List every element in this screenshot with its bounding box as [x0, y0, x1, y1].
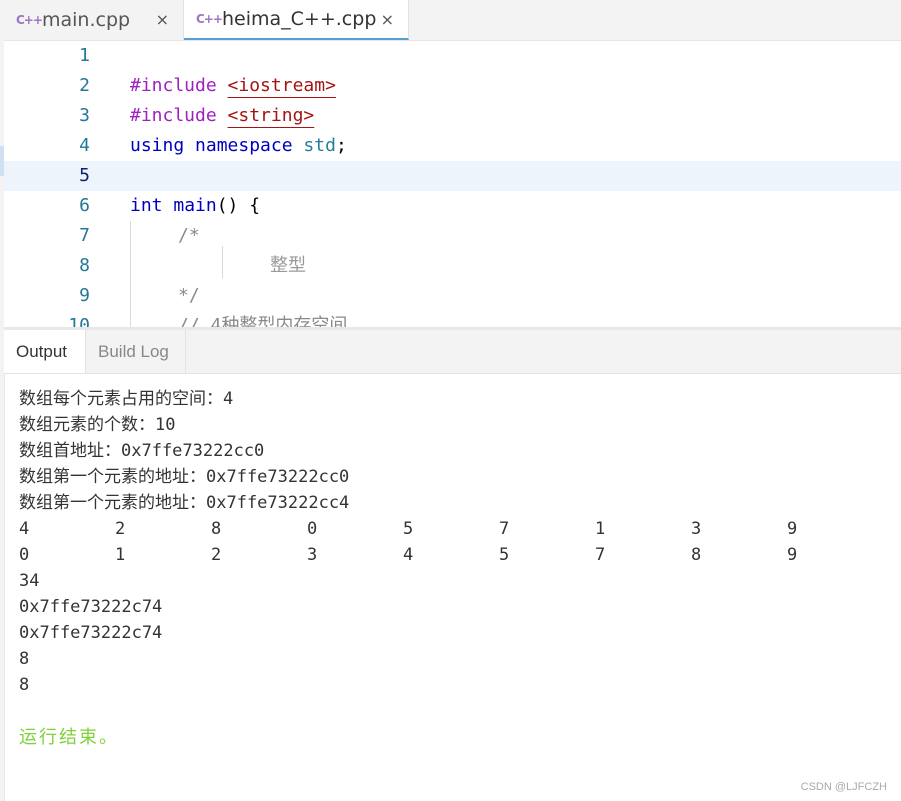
output-value: 3 [691, 519, 702, 539]
output-value: 2 [211, 545, 222, 565]
code-line-current: 5 [4, 161, 901, 191]
comment: 整型 [270, 255, 306, 276]
line-number: 4 [79, 135, 90, 156]
output-value: 9 [787, 519, 798, 539]
line-number: 9 [79, 285, 90, 306]
output-line: 0x7ffe73222c74 [19, 623, 163, 643]
line-number: 2 [79, 75, 90, 96]
run-finished-message: 运行结束。 [19, 727, 119, 748]
identifier: std [303, 135, 336, 156]
code-line: 10 // 4种整型内存空间 [4, 311, 901, 327]
output-line: 数组首地址：0x7ffe73222cc0 [19, 441, 265, 461]
code-editor[interactable]: 1 2 #include <iostream> 3 #include <stri… [4, 41, 901, 327]
include-header: <string> [227, 105, 315, 126]
line-number: 10 [68, 315, 90, 327]
output-line: 数组元素的个数：10 [19, 415, 176, 435]
punctuation: () { [216, 195, 261, 216]
comment: /* [178, 225, 200, 246]
output-value: 1 [115, 545, 126, 565]
output-value: 7 [499, 519, 510, 539]
function-name: main [173, 195, 217, 216]
output-value: 4 [19, 519, 30, 539]
comment: // 4种整型内存空间 [178, 315, 348, 327]
output-value: 8 [211, 519, 222, 539]
output-value: 5 [499, 545, 510, 565]
output-line: 34 [19, 571, 40, 591]
include-header: <iostream> [227, 75, 336, 96]
punctuation: ; [335, 135, 347, 156]
line-number: 5 [79, 165, 90, 186]
code-line: 7 /* [4, 221, 901, 251]
output-line: 数组第一个元素的地址：0x7ffe73222cc4 [19, 493, 350, 513]
output-number-row: 4 2 8 0 5 7 1 3 9 [19, 516, 899, 542]
code-line: 9 */ [4, 281, 901, 311]
output-line: 8 [19, 675, 30, 695]
output-value: 1 [595, 519, 606, 539]
output-number-row: 0 1 2 3 4 5 7 8 9 [19, 542, 899, 568]
code-line: 8 整型 [4, 251, 901, 281]
output-value: 8 [691, 545, 702, 565]
code-line: 2 #include <iostream> [4, 71, 901, 101]
line-number: 1 [79, 45, 90, 66]
output-value: 9 [787, 545, 798, 565]
line-number: 7 [79, 225, 90, 246]
keyword: namespace [195, 135, 293, 156]
preprocessor-directive: #include [130, 75, 217, 96]
output-value: 4 [403, 545, 414, 565]
tab-label: main.cpp [42, 9, 131, 31]
output-value: 5 [403, 519, 414, 539]
line-number: 3 [79, 105, 90, 126]
output-console: 数组每个元素占用的空间：4 数组元素的个数：10 数组首地址：0x7ffe732… [19, 386, 899, 752]
watermark: CSDN @LJFCZH [800, 781, 887, 793]
code-line: 4 using namespace std; [4, 131, 901, 161]
editor-tab-bar: C++ main.cpp × C++ heima_C++.cpp × [4, 0, 901, 41]
close-icon[interactable]: × [156, 10, 169, 29]
output-value: 0 [307, 519, 318, 539]
comment: */ [178, 285, 200, 306]
line-number: 6 [79, 195, 90, 216]
output-value: 0 [19, 545, 30, 565]
line-number: 8 [79, 255, 90, 276]
tab-heima-cpp[interactable]: C++ heima_C++.cpp × [184, 0, 409, 40]
keyword: int [130, 195, 163, 216]
cpp-file-icon: C++ [196, 12, 223, 26]
panel-tab-bar: Output Build Log [4, 330, 901, 374]
output-line: 数组第一个元素的地址：0x7ffe73222cc0 [19, 467, 350, 487]
code-line: 1 [4, 41, 901, 71]
cpp-file-icon: C++ [16, 13, 43, 27]
code-line: 6 int main() { [4, 191, 901, 221]
code-line: 3 #include <string> [4, 101, 901, 131]
tab-output[interactable]: Output [4, 330, 86, 373]
tab-label: heima_C++.cpp [222, 8, 377, 30]
output-value: 3 [307, 545, 318, 565]
output-value: 2 [115, 519, 126, 539]
close-icon[interactable]: × [381, 10, 394, 29]
output-line: 0x7ffe73222c74 [19, 597, 163, 617]
output-line: 8 [19, 649, 30, 669]
tab-build-log[interactable]: Build Log [86, 330, 186, 373]
preprocessor-directive: #include [130, 105, 217, 126]
keyword: using [130, 135, 185, 156]
output-line: 数组每个元素占用的空间：4 [19, 389, 234, 409]
tab-main-cpp[interactable]: C++ main.cpp × [4, 0, 184, 40]
output-value: 7 [595, 545, 606, 565]
